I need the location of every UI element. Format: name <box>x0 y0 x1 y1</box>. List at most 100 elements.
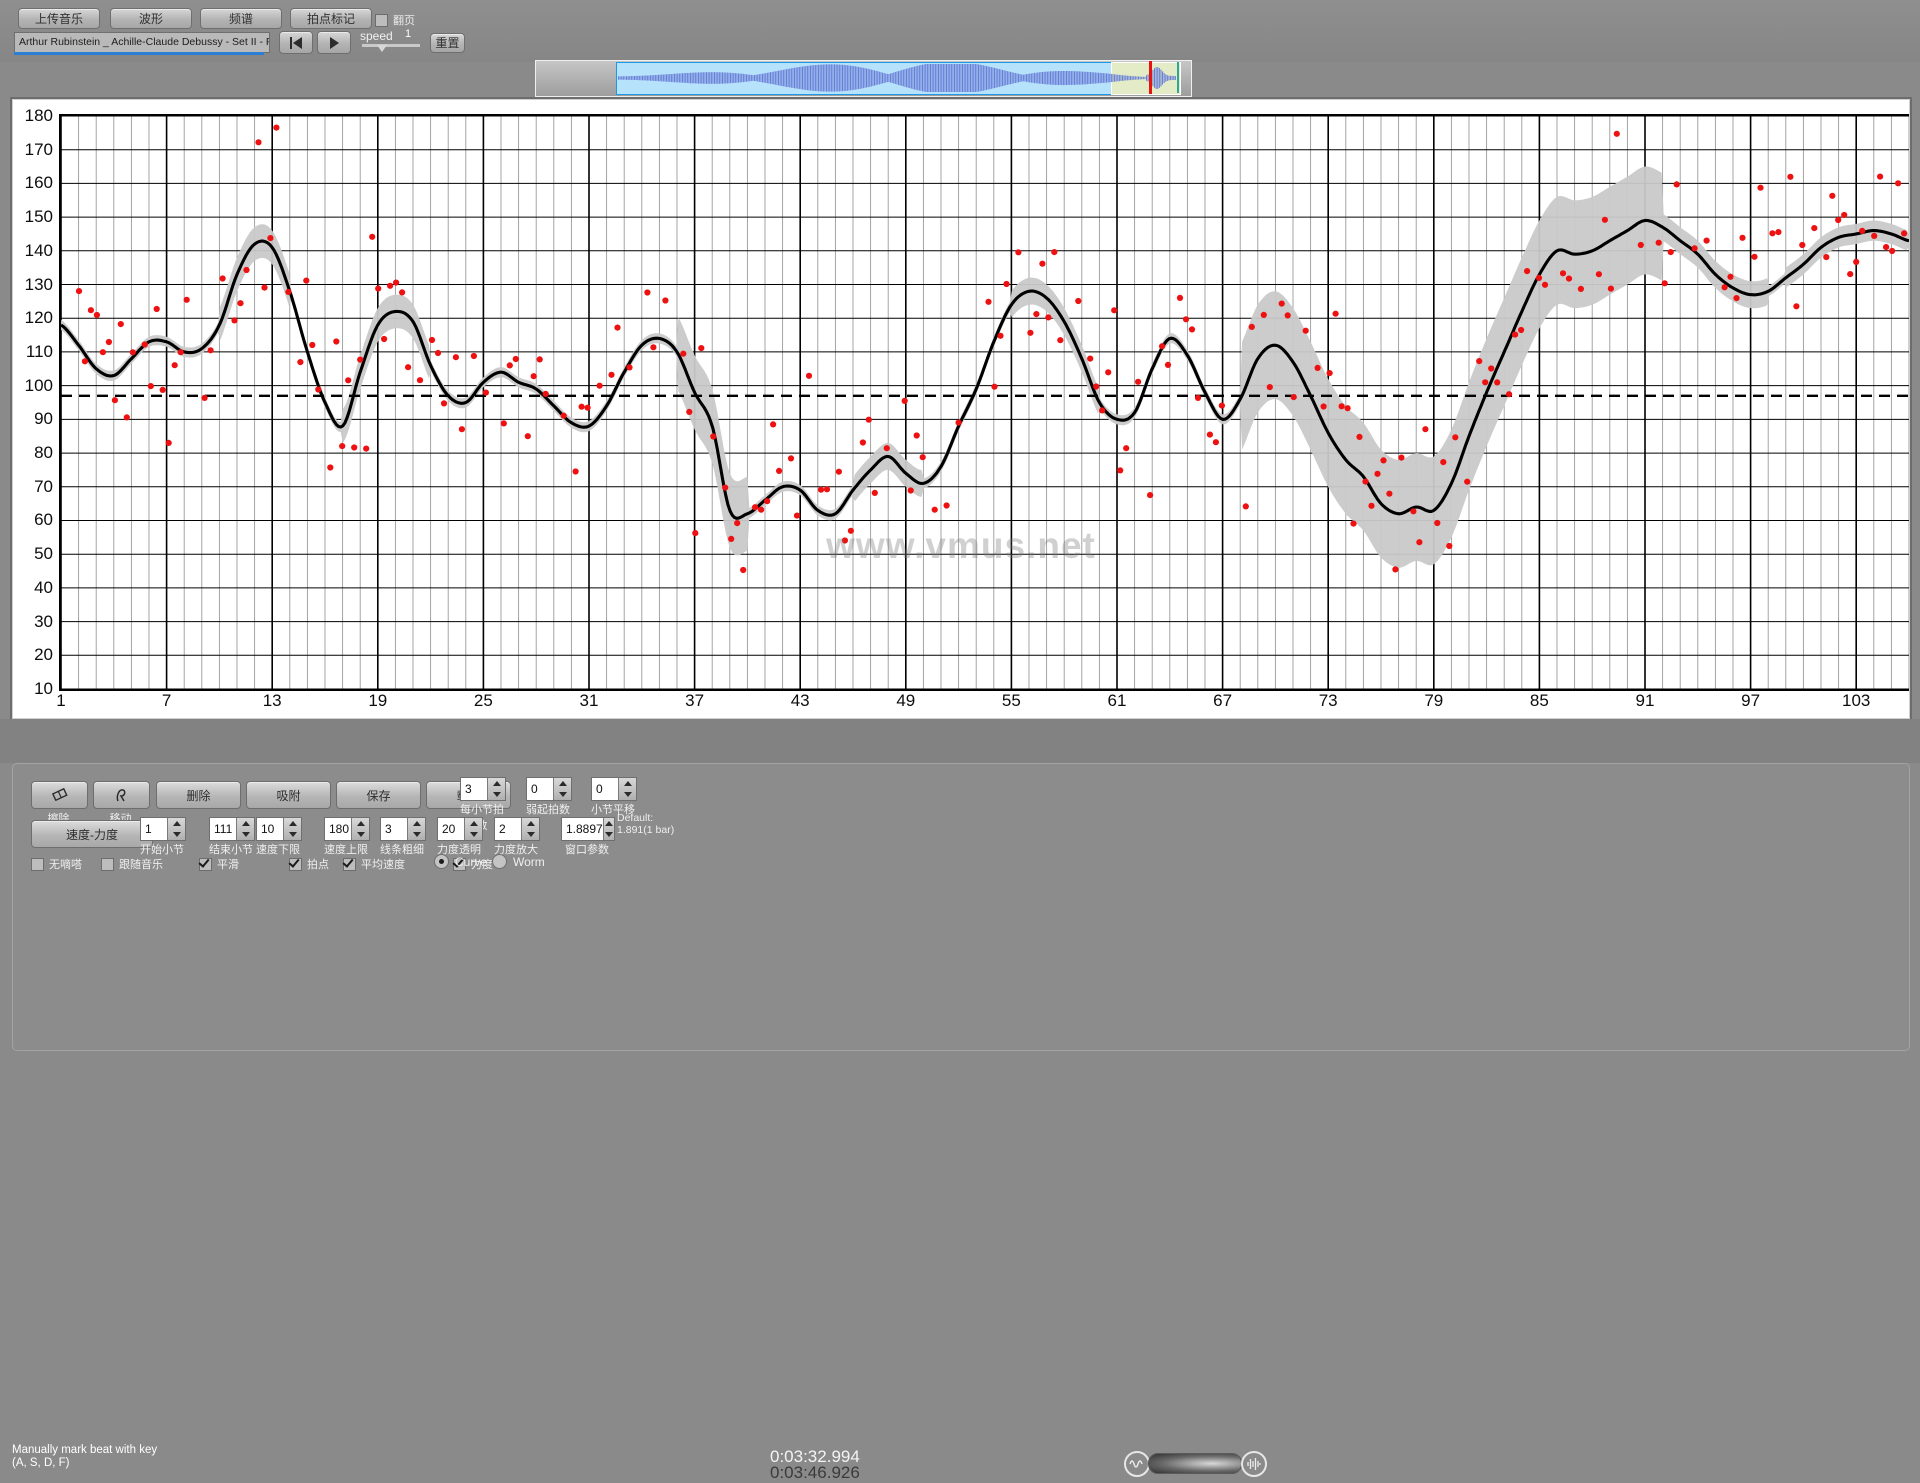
checkbox-1[interactable]: 无嘀嗒 <box>31 856 82 872</box>
status-bar: Manually mark beat with key (A, S, D, F)… <box>0 719 1920 1482</box>
spinner-arrows[interactable] <box>602 818 614 840</box>
move-tool-button[interactable] <box>93 781 150 809</box>
param-spinner-5[interactable]: 20 <box>437 817 483 841</box>
chevron-up-icon[interactable] <box>488 778 505 789</box>
move-icon <box>116 788 125 801</box>
spinner-arrows[interactable] <box>351 818 369 840</box>
rewind-button[interactable] <box>279 31 313 54</box>
save-button[interactable]: 保存 <box>336 781 421 809</box>
x-tick-67: 67 <box>1213 691 1233 710</box>
chevron-down-icon[interactable] <box>522 829 539 840</box>
spinner-arrows[interactable] <box>464 818 482 840</box>
radio-dot <box>492 854 507 869</box>
tempo-dynamics-mode-button[interactable]: 速度-力度 <box>31 820 153 848</box>
chevron-down-icon[interactable] <box>352 829 369 840</box>
hint-line-1: Manually mark beat with key <box>12 1444 158 1456</box>
eraser-tool-button[interactable] <box>31 781 88 809</box>
speed-slider-track[interactable] <box>362 44 420 47</box>
song-title-field[interactable]: Arthur Rubinstein _ Achille-Claude Debus… <box>14 32 270 53</box>
curve-radio[interactable]: Curve <box>434 854 487 869</box>
navigator-playhead[interactable] <box>1149 61 1152 94</box>
param-spinner-3[interactable]: 180 <box>324 817 370 841</box>
checkbox-2[interactable]: 跟随音乐 <box>101 856 163 872</box>
vmus-tempo-editor: 上传音乐 波形 频谱 拍点标记 翻页 Arthur Rubinstein _ A… <box>0 0 1920 1482</box>
chevron-up-icon[interactable] <box>604 818 614 829</box>
chevron-up-icon[interactable] <box>408 818 425 829</box>
spectrum-button[interactable]: 频谱 <box>200 8 282 29</box>
chevron-up-icon[interactable] <box>619 778 636 789</box>
chevron-down-icon[interactable] <box>168 829 185 840</box>
checkbox-5[interactable]: 平均速度 <box>343 856 405 872</box>
y-tick-20: 20 <box>34 645 53 665</box>
chevron-up-icon[interactable] <box>237 818 254 829</box>
flip-page-checkbox[interactable]: 翻页 <box>375 12 415 28</box>
worm-radio[interactable]: Worm <box>492 854 545 869</box>
speed-slider-knob[interactable] <box>377 45 387 52</box>
volume-slider[interactable] <box>1124 1450 1267 1477</box>
reset-button[interactable]: 重置 <box>430 33 465 53</box>
default-value: 1.891(1 bar) <box>617 824 675 836</box>
play-button[interactable] <box>317 31 351 54</box>
checkbox-3[interactable]: 平滑 <box>199 856 239 872</box>
spinner-arrows[interactable] <box>553 778 571 800</box>
chevron-up-icon[interactable] <box>168 818 185 829</box>
chevron-down-icon[interactable] <box>604 829 614 840</box>
chevron-up-icon[interactable] <box>465 818 482 829</box>
spinner-arrows[interactable] <box>283 818 301 840</box>
spinner-arrows[interactable] <box>521 818 539 840</box>
checkbox-box <box>375 13 388 27</box>
radio-dot <box>434 854 449 869</box>
meter-spinner-2[interactable]: 0 <box>591 777 637 801</box>
param-spinner-6[interactable]: 2 <box>494 817 540 841</box>
chevron-down-icon[interactable] <box>237 829 254 840</box>
spinner-arrows[interactable] <box>407 818 425 840</box>
chevron-up-icon[interactable] <box>522 818 539 829</box>
play-icon <box>329 36 339 49</box>
x-tick-37: 37 <box>685 691 705 710</box>
param-spinner-4[interactable]: 3 <box>380 817 426 841</box>
param-spinner-7[interactable]: 1.8897 <box>561 817 615 841</box>
meter-spinner-0[interactable]: 3 <box>460 777 506 801</box>
total-time: 0:03:46.926 <box>770 1463 860 1482</box>
delete-button[interactable]: 删除 <box>156 781 241 809</box>
spinner-value: 180 <box>329 822 350 836</box>
y-tick-80: 80 <box>34 443 53 463</box>
wave-low-icon[interactable] <box>1124 1451 1150 1477</box>
chevron-down-icon[interactable] <box>284 829 301 840</box>
volume-track[interactable] <box>1148 1453 1242 1474</box>
chevron-down-icon[interactable] <box>619 789 636 800</box>
chevron-down-icon[interactable] <box>488 789 505 800</box>
checkbox-box <box>343 857 356 871</box>
checkbox-4[interactable]: 拍点 <box>289 856 329 872</box>
waveform-navigator[interactable] <box>535 60 1192 97</box>
x-tick-25: 25 <box>473 691 493 710</box>
chevron-down-icon[interactable] <box>465 829 482 840</box>
snap-button[interactable]: 吸附 <box>246 781 331 809</box>
wave-high-icon[interactable] <box>1241 1451 1267 1477</box>
plot-area[interactable] <box>59 114 1909 691</box>
spinner-arrows[interactable] <box>618 778 636 800</box>
chevron-up-icon[interactable] <box>352 818 369 829</box>
chevron-up-icon[interactable] <box>284 818 301 829</box>
beat-mark-button[interactable]: 拍点标记 <box>290 8 372 29</box>
meter-caption-1: 弱起拍数 <box>526 804 570 816</box>
spinner-arrows[interactable] <box>167 818 185 840</box>
default-label: Default: <box>617 812 654 824</box>
param-spinner-0[interactable]: 1 <box>140 817 186 841</box>
waveform-button[interactable]: 波形 <box>110 8 192 29</box>
chevron-down-icon[interactable] <box>554 789 571 800</box>
upload-music-button[interactable]: 上传音乐 <box>18 8 100 29</box>
spinner-arrows[interactable] <box>236 818 254 840</box>
param-spinner-2[interactable]: 10 <box>256 817 302 841</box>
meter-spinner-1[interactable]: 0 <box>526 777 572 801</box>
chevron-down-icon[interactable] <box>408 829 425 840</box>
y-tick-90: 90 <box>34 409 53 429</box>
bottom-control-panel: 擦除 移动 删除 吸附 保存 载入 速度-力度 3每小节拍数0弱起拍数0小节平移… <box>12 763 1910 1051</box>
checkbox-box <box>289 857 302 871</box>
tempo-chart[interactable]: 180 170 160 150 140 130 120 110 100 90 80 70 60 50 40 3… <box>12 99 1910 719</box>
spinner-arrows[interactable] <box>487 778 505 800</box>
x-tick-13: 13 <box>262 691 282 710</box>
param-spinner-1[interactable]: 111 <box>209 817 255 841</box>
chevron-up-icon[interactable] <box>554 778 571 789</box>
checkbox-label: 平均速度 <box>361 859 405 871</box>
